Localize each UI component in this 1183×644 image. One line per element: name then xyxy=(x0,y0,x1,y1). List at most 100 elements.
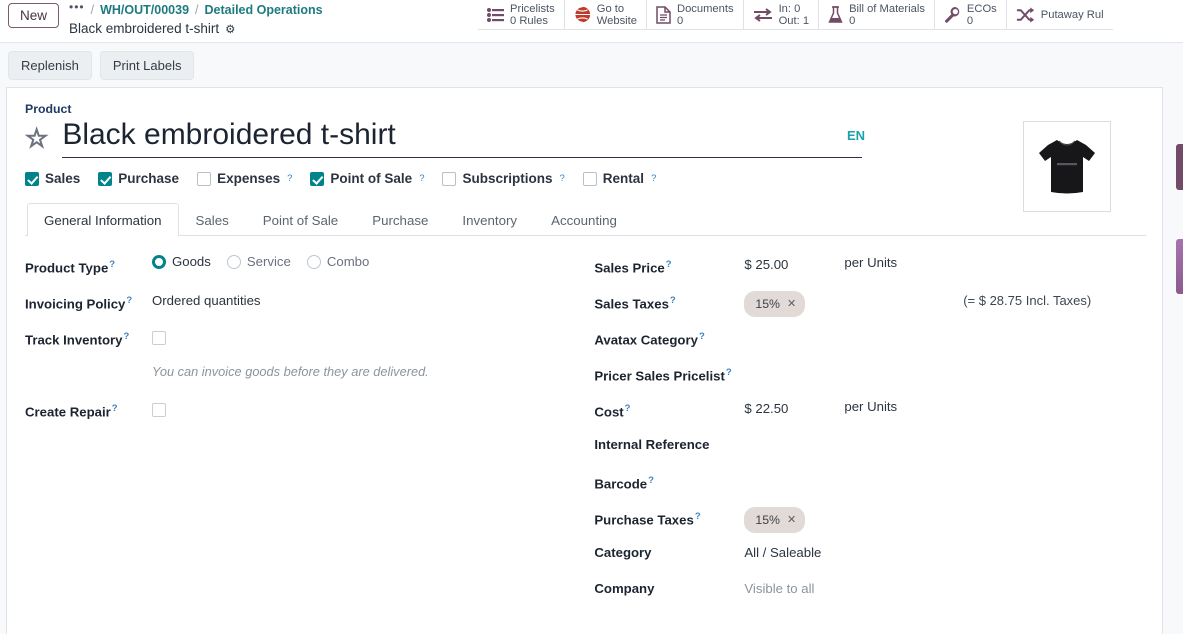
app-checkbox-sales[interactable]: Sales xyxy=(25,171,80,186)
app-checkbox-purchase[interactable]: Purchase xyxy=(98,171,179,186)
tab-accounting[interactable]: Accounting xyxy=(534,203,634,236)
app-checkbox-label: Subscriptions xyxy=(462,171,553,186)
category-value[interactable]: All / Saleable xyxy=(744,541,821,563)
field-label: Purchase Taxes? xyxy=(594,505,744,530)
checkbox-indicator[interactable] xyxy=(310,171,325,186)
shuffle-icon xyxy=(1016,6,1035,23)
list-rules-icon xyxy=(487,7,504,22)
app-checkbox-label: Expenses xyxy=(217,171,281,186)
stat-button-pricelists[interactable]: Pricelists 0 Rules xyxy=(478,0,564,29)
field-label-spacer xyxy=(25,361,152,363)
field-sales-price: Sales Price? $ 25.00 per Units xyxy=(594,250,1146,286)
app-checkbox-expenses[interactable]: Expenses ? xyxy=(197,171,292,186)
help-icon[interactable]: ? xyxy=(699,331,705,342)
language-badge-en[interactable]: EN xyxy=(847,128,865,143)
tab-sales[interactable]: Sales xyxy=(179,203,246,236)
help-icon[interactable]: ? xyxy=(109,259,115,270)
new-button[interactable]: New xyxy=(8,3,60,28)
app-checkbox-subscriptions[interactable]: Subscriptions ? xyxy=(442,171,565,186)
tab-inventory[interactable]: Inventory xyxy=(445,203,534,236)
edge-panel-tab-secondary[interactable] xyxy=(1176,239,1183,294)
app-checkbox-point-of-sale[interactable]: Point of Sale ? xyxy=(310,171,424,186)
product-title-row: ☆ EN xyxy=(24,118,1146,212)
favorite-star-icon[interactable]: ☆ xyxy=(24,123,49,152)
breadcrumb-link-picking[interactable]: WH/OUT/00039 xyxy=(100,2,189,18)
breadcrumb-link-detailed-operations[interactable]: Detailed Operations xyxy=(205,2,323,18)
help-icon[interactable]: ? xyxy=(648,475,654,486)
purchase-tax-tag-15[interactable]: 15% ✕ xyxy=(744,507,806,533)
stat-button-go-to-website[interactable]: Go to Website xyxy=(563,0,646,29)
wrench-icon xyxy=(944,6,961,23)
field-cost: Cost? $ 22.50 per Units xyxy=(594,394,1146,430)
help-icon[interactable]: ? xyxy=(695,511,701,522)
remove-tag-icon[interactable]: ✕ xyxy=(787,510,796,530)
remove-tag-icon[interactable]: ✕ xyxy=(787,294,796,314)
create-repair-checkbox[interactable] xyxy=(152,403,166,417)
replenish-button[interactable]: Replenish xyxy=(8,50,92,80)
create-repair-value xyxy=(152,397,166,417)
field-pricer-sales-pricelist: Pricer Sales Pricelist? xyxy=(594,358,1146,394)
checkbox-indicator[interactable] xyxy=(442,171,457,186)
app-checkbox-rental[interactable]: Rental ? xyxy=(582,171,656,186)
radio-service[interactable]: Service xyxy=(226,254,291,269)
radio-indicator[interactable] xyxy=(226,254,241,269)
radio-indicator[interactable] xyxy=(152,254,166,269)
tab-point-of-sale[interactable]: Point of Sale xyxy=(246,203,355,236)
help-icon[interactable]: ? xyxy=(560,173,565,184)
breadcrumb-overflow-icon[interactable]: ••• xyxy=(69,0,85,15)
breadcrumb-separator: / xyxy=(90,2,95,17)
gear-icon[interactable]: ⚙ xyxy=(225,22,235,36)
sales-taxes-inclusive-note: (= $ 28.75 Incl. Taxes) xyxy=(963,293,1092,308)
stat-button-text: ECOs 0 xyxy=(967,2,997,28)
radio-combo[interactable]: Combo xyxy=(306,254,369,269)
radio-goods[interactable]: Goods xyxy=(152,254,211,269)
product-name-input[interactable] xyxy=(62,118,863,158)
help-icon[interactable]: ? xyxy=(112,403,118,414)
tab-general-information[interactable]: General Information xyxy=(27,203,179,236)
company-value[interactable]: Visible to all xyxy=(744,577,814,599)
help-icon[interactable]: ? xyxy=(123,331,129,342)
stat-button-documents[interactable]: Documents 0 xyxy=(645,0,743,29)
checkbox-indicator[interactable] xyxy=(98,171,113,186)
stat-button-bill-of-materials[interactable]: Bill of Materials 0 xyxy=(818,0,934,29)
field-purchase-taxes: Purchase Taxes? 15% ✕ xyxy=(594,502,1146,538)
help-icon[interactable]: ? xyxy=(666,259,672,270)
stat-line1: Pricelists xyxy=(510,2,555,15)
stat-button-in-out[interactable]: In: 0 Out: 1 xyxy=(742,0,818,29)
tax-tag-15[interactable]: 15% ✕ xyxy=(744,291,806,317)
field-label: Company xyxy=(594,577,744,599)
checkbox-indicator[interactable] xyxy=(582,171,597,186)
stat-line1: Documents xyxy=(676,2,734,15)
help-icon[interactable]: ? xyxy=(287,173,292,184)
field-label-text: Company xyxy=(594,581,655,596)
checkbox-indicator[interactable] xyxy=(25,171,39,186)
cost-value[interactable]: $ 22.50 xyxy=(744,397,844,419)
field-label: Cost? xyxy=(594,397,744,422)
field-label-text: Avatax Category xyxy=(594,332,698,348)
product-image[interactable] xyxy=(1023,121,1111,212)
checkbox-indicator[interactable] xyxy=(197,171,212,186)
stat-button-text: In: 0 Out: 1 xyxy=(779,2,809,28)
radio-indicator[interactable] xyxy=(306,254,321,269)
sales-taxes-value: 15% ✕ xyxy=(744,289,806,317)
field-label: Track Inventory? xyxy=(25,325,152,350)
tab-purchase[interactable]: Purchase xyxy=(355,203,445,236)
stat-button-putaway-rules[interactable]: Putaway Rul xyxy=(1005,0,1113,29)
invoicing-policy-value[interactable]: Ordered quantities xyxy=(152,289,261,311)
edge-panel-tab-primary[interactable] xyxy=(1176,144,1183,190)
radio-label: Goods xyxy=(172,254,211,269)
help-icon[interactable]: ? xyxy=(651,173,656,184)
help-icon[interactable]: ? xyxy=(670,295,676,306)
field-label-text: Category xyxy=(594,545,652,560)
help-icon[interactable]: ? xyxy=(726,367,732,378)
help-icon[interactable]: ? xyxy=(625,403,631,414)
help-icon[interactable]: ? xyxy=(126,295,132,306)
track-inventory-checkbox[interactable] xyxy=(152,331,166,345)
stat-button-ecos[interactable]: ECOs 0 xyxy=(933,0,1006,29)
print-labels-button[interactable]: Print Labels xyxy=(99,50,195,80)
field-label-text: Track Inventory xyxy=(25,332,123,348)
field-label: Pricer Sales Pricelist? xyxy=(594,361,744,386)
sales-price-value[interactable]: $ 25.00 xyxy=(744,253,844,275)
help-icon[interactable]: ? xyxy=(419,173,424,184)
app-checkbox-label: Purchase xyxy=(118,171,180,186)
